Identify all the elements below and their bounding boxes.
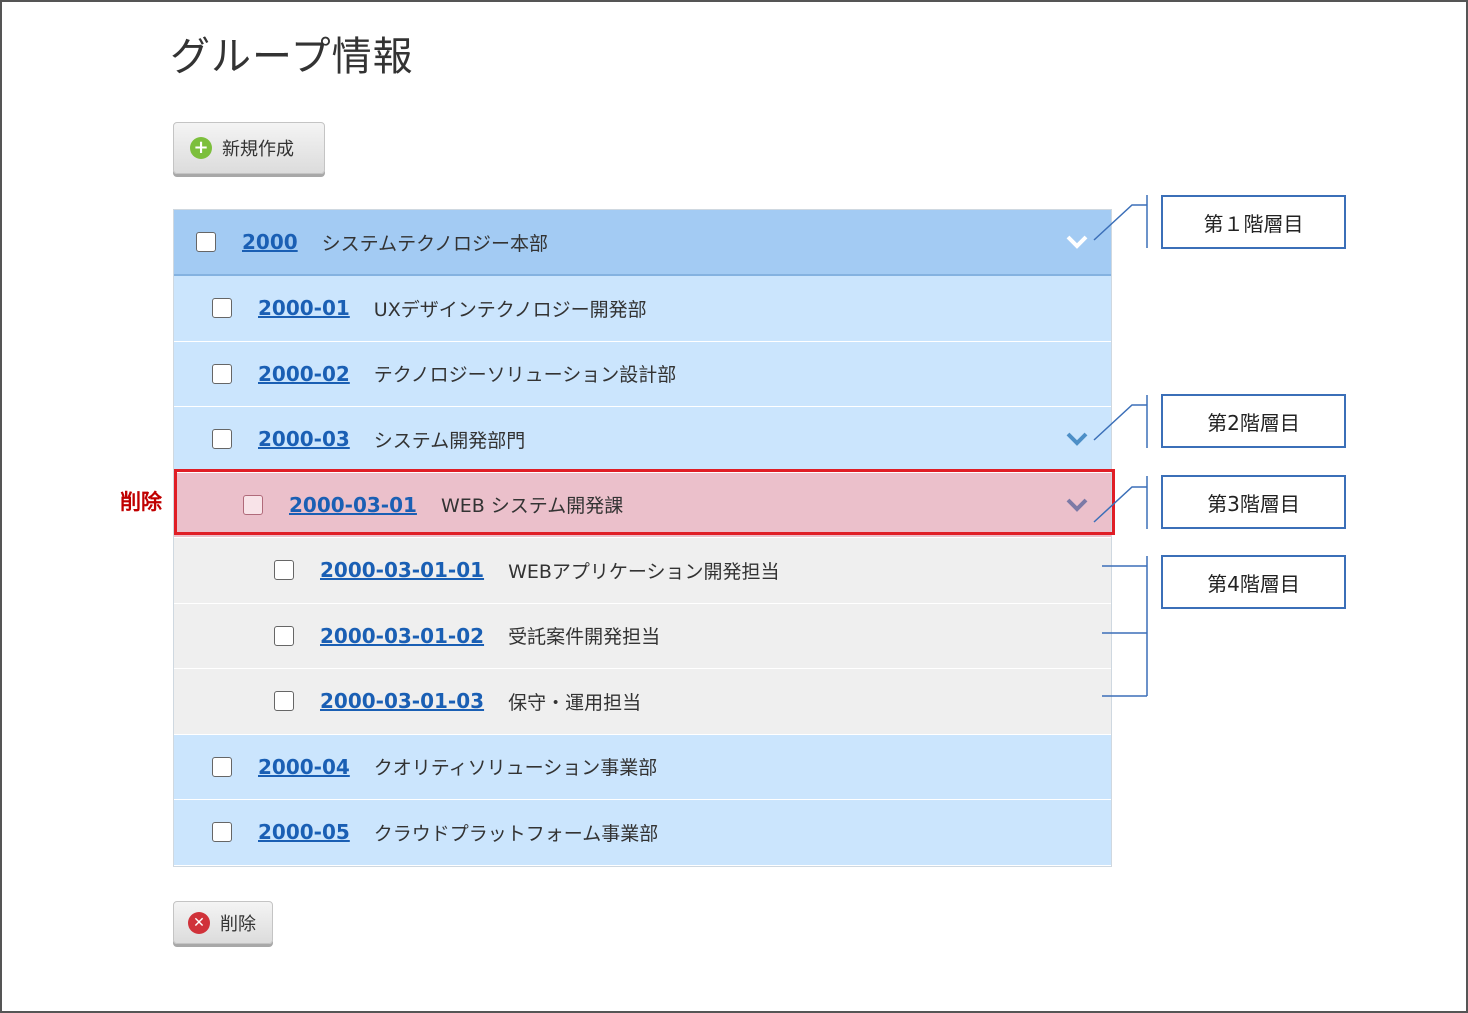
callout-level2: 第2階層目 xyxy=(1161,394,1346,448)
create-button[interactable]: + 新規作成 xyxy=(173,122,325,174)
group-code-link[interactable]: 2000-03-01-02 xyxy=(320,624,484,648)
group-name: テクノロジーソリューション設計部 xyxy=(373,364,677,387)
group-row-level2: 2000-01 UXデザインテクノロジー開発部 xyxy=(174,276,1111,342)
group-row-level2: 2000-05 クラウドプラットフォーム事業部 xyxy=(174,800,1111,866)
group-name: 保守・運用担当 xyxy=(508,691,642,714)
chevron-down-icon[interactable] xyxy=(1065,430,1089,448)
group-code-link[interactable]: 2000-03 xyxy=(258,427,350,451)
group-row-level1: 2000 システムテクノロジー本部 xyxy=(174,210,1111,276)
group-name: UXデザインテクノロジー開発部 xyxy=(373,298,647,321)
group-code-link[interactable]: 2000-05 xyxy=(258,820,350,844)
page-title: グループ情報 xyxy=(170,34,414,80)
group-name: システム開発部門 xyxy=(373,429,526,452)
group-code-link[interactable]: 2000-03-01-03 xyxy=(320,689,484,713)
group-checkbox[interactable] xyxy=(274,560,294,581)
group-checkbox[interactable] xyxy=(274,691,294,712)
callout-level4: 第4階層目 xyxy=(1161,555,1346,609)
group-checkbox[interactable] xyxy=(274,625,294,646)
group-checkbox[interactable] xyxy=(243,494,263,515)
group-name: WEBアプリケーション開発担当 xyxy=(508,560,780,583)
group-name: クオリティソリューション事業部 xyxy=(373,757,658,780)
plus-circle-icon: + xyxy=(190,137,212,159)
callout-level3: 第3階層目 xyxy=(1161,475,1346,529)
chevron-down-icon[interactable] xyxy=(1065,233,1089,251)
group-row-level2: 2000-03 システム開発部門 xyxy=(174,407,1111,473)
create-button-label: 新規作成 xyxy=(222,139,294,160)
callout-level1: 第１階層目 xyxy=(1161,195,1346,249)
group-checkbox[interactable] xyxy=(212,298,232,319)
group-code-link[interactable]: 2000 xyxy=(242,230,298,254)
delete-button-label: 削除 xyxy=(220,913,256,935)
group-row-level3: 2000-03-01 WEB システム開発課 xyxy=(174,472,1111,538)
chevron-down-icon[interactable] xyxy=(1065,496,1089,514)
group-tree: 2000 システムテクノロジー本部 2000-01 UXデザインテクノロジー開発… xyxy=(173,209,1112,867)
group-code-link[interactable]: 2000-04 xyxy=(258,755,350,779)
group-row-level2: 2000-02 テクノロジーソリューション設計部 xyxy=(174,341,1111,407)
group-checkbox[interactable] xyxy=(212,756,232,777)
group-row-level4: 2000-03-01-03 保守・運用担当 xyxy=(174,669,1111,735)
group-checkbox[interactable] xyxy=(212,363,232,384)
group-row-level4: 2000-03-01-02 受託案件開発担当 xyxy=(174,603,1111,669)
x-circle-icon: ✕ xyxy=(188,911,210,934)
group-row-level4: 2000-03-01-01 WEBアプリケーション開発担当 xyxy=(174,538,1111,604)
group-name: 受託案件開発担当 xyxy=(508,626,661,649)
group-name: クラウドプラットフォーム事業部 xyxy=(373,822,659,845)
group-code-link[interactable]: 2000-02 xyxy=(258,362,350,386)
group-checkbox[interactable] xyxy=(212,429,232,450)
delete-button[interactable]: ✕ 削除 xyxy=(173,901,273,944)
delete-marker-label: 削除 xyxy=(120,490,162,514)
group-row-level2: 2000-04 クオリティソリューション事業部 xyxy=(174,734,1111,800)
group-code-link[interactable]: 2000-03-01-01 xyxy=(320,558,484,582)
group-name: システムテクノロジー本部 xyxy=(321,232,548,255)
group-name: WEB システム開発課 xyxy=(440,495,624,518)
group-checkbox[interactable] xyxy=(212,822,232,843)
group-code-link[interactable]: 2000-01 xyxy=(258,296,350,320)
group-code-link[interactable]: 2000-03-01 xyxy=(289,493,417,517)
group-checkbox[interactable] xyxy=(196,232,216,252)
